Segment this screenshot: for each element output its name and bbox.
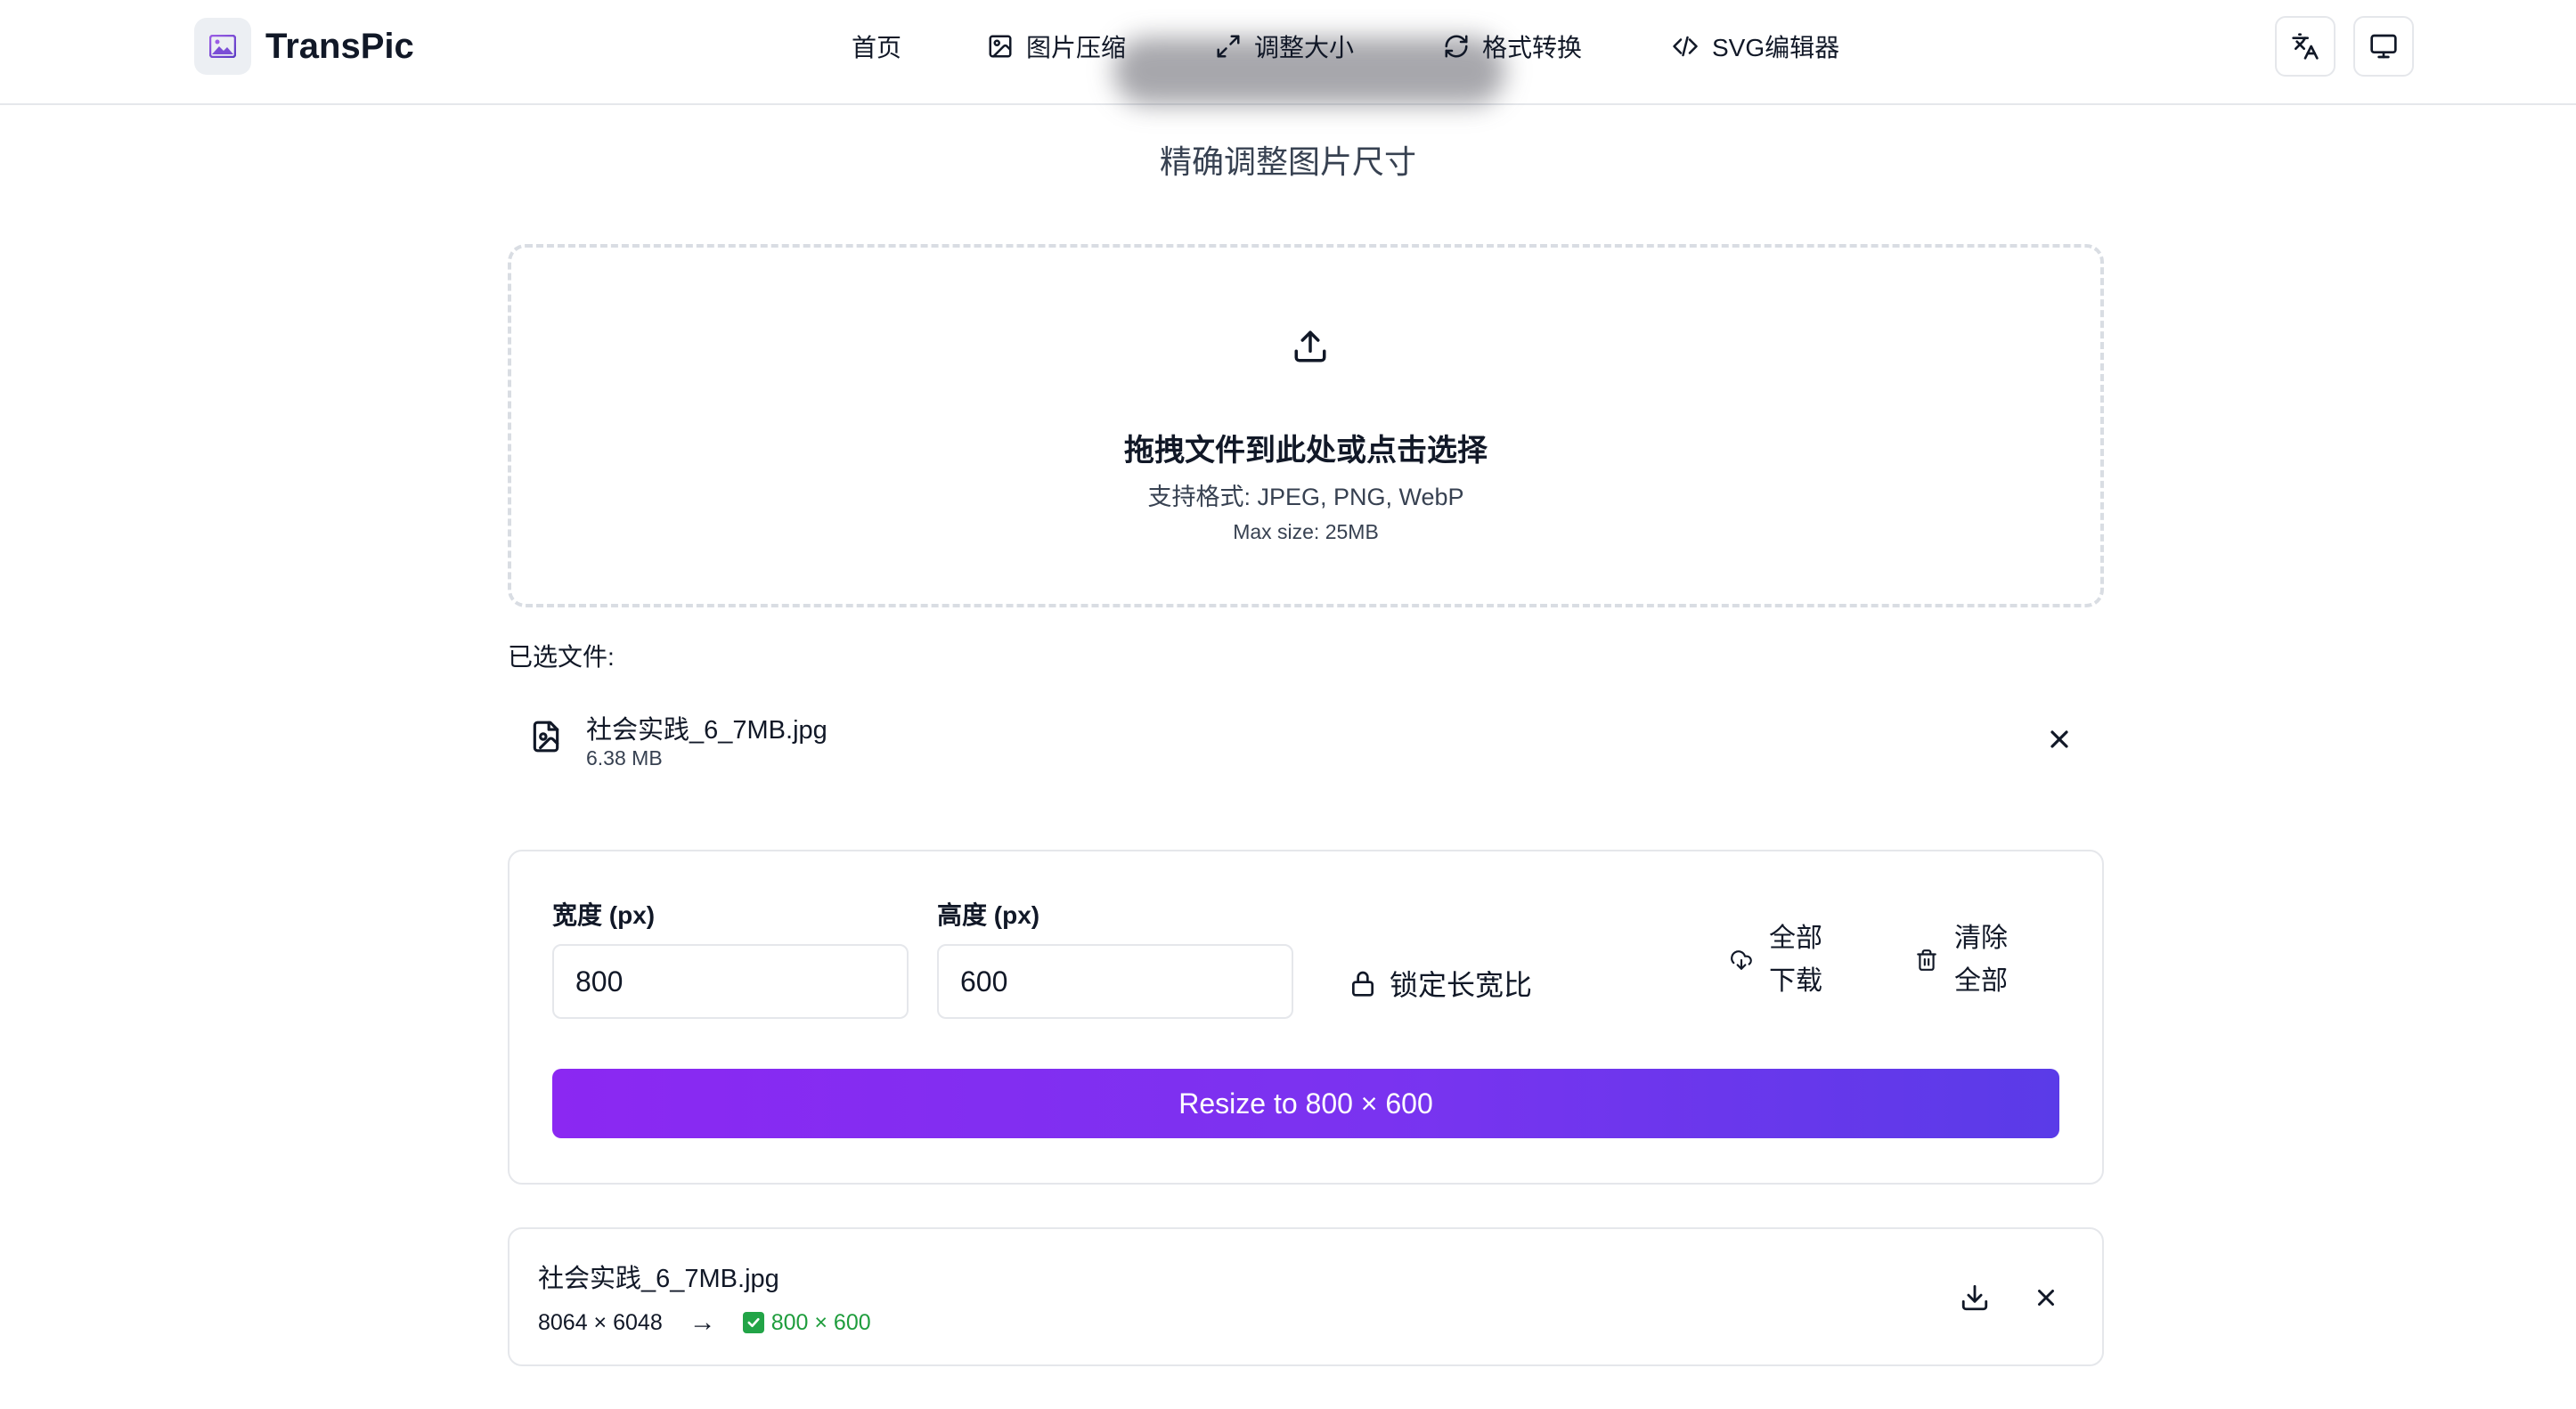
nav-compress[interactable]: 图片压缩 — [987, 25, 1126, 68]
image-icon — [209, 35, 236, 58]
selected-file-size: 6.38 MB — [586, 746, 663, 770]
translate-icon — [2292, 33, 2319, 60]
result-new-size: 800 × 600 — [770, 1309, 871, 1335]
download-icon[interactable] — [1960, 1283, 1990, 1313]
file-image-icon — [533, 721, 559, 753]
height-input[interactable] — [937, 944, 1293, 1019]
checkmark-icon — [742, 1312, 764, 1333]
theme-button[interactable] — [2353, 16, 2414, 77]
expand-arrows-icon — [1217, 35, 1240, 58]
nav-compress-label: 图片压缩 — [1026, 34, 1127, 61]
dropzone-formats: 支持格式: JPEG, PNG, WebP — [1147, 484, 1464, 510]
lock-icon — [1352, 971, 1374, 997]
nav-svg-editor-label: SVG编辑器 — [1712, 34, 1840, 61]
download-all-label: 全部下载 — [1769, 924, 1822, 996]
result-arrow: → — [689, 1307, 716, 1337]
lock-aspect-ratio-label: 锁定长宽比 — [1390, 969, 1533, 1001]
monitor-icon — [2370, 34, 2397, 59]
selected-files-label: 已选文件: — [508, 643, 615, 671]
close-icon[interactable] — [2033, 1284, 2059, 1311]
result-dimensions: 8064 × 6048 → 800 × 600 — [538, 1307, 871, 1338]
lock-aspect-ratio-toggle[interactable]: 锁定长宽比 — [1349, 962, 1532, 1005]
resize-button[interactable]: Resize to 800 × 600 — [552, 1069, 2059, 1138]
nav-resize[interactable]: 调整大小 — [1215, 25, 1354, 68]
page-subtitle: 精确调整图片尺寸 — [1159, 143, 1416, 180]
trash-icon — [1917, 949, 1936, 971]
nav-home-label: 首页 — [852, 34, 902, 61]
nav-svg-editor[interactable]: SVG编辑器 — [1671, 25, 1839, 68]
clear-all-button[interactable]: 清除全部 — [1915, 916, 2011, 1005]
upload-dropzone[interactable]: 拖拽文件到此处或点击选择 支持格式: JPEG, PNG, WebP Max s… — [508, 244, 2104, 607]
brand-name[interactable]: TransPic — [265, 21, 414, 71]
height-label: 高度 (px) — [937, 901, 1040, 929]
nav-convert-label: 格式转换 — [1482, 34, 1583, 61]
result-file-name: 社会实践_6_7MB.jpg — [538, 1265, 779, 1293]
close-icon[interactable] — [2045, 725, 2074, 753]
language-button[interactable] — [2275, 16, 2336, 77]
nav-home[interactable]: 首页 — [852, 25, 901, 68]
nav-convert[interactable]: 格式转换 — [1443, 25, 1582, 68]
result-original-size: 8064 × 6048 — [538, 1309, 663, 1335]
refresh-icon — [1445, 35, 1468, 58]
upload-icon — [1294, 330, 1326, 362]
code-icon — [1673, 36, 1698, 57]
brand-logo[interactable] — [194, 18, 251, 75]
dropzone-max-size: Max size: 25MB — [1233, 520, 1379, 543]
download-all-button[interactable]: 全部下载 — [1730, 916, 1826, 1005]
image-icon — [989, 35, 1012, 58]
result-card — [508, 1227, 2104, 1366]
width-label: 宽度 (px) — [552, 901, 656, 929]
clear-all-label: 清除全部 — [1954, 924, 2008, 996]
cloud-download-icon — [1731, 950, 1752, 970]
width-input[interactable] — [552, 944, 909, 1019]
top-header: TransPic 首页 图片压缩 调整大小 格式转换 SVG编辑器 — [0, 0, 2576, 105]
dropzone-title: 拖拽文件到此处或点击选择 — [1124, 434, 1488, 468]
nav-resize-label: 调整大小 — [1254, 34, 1355, 61]
selected-file-name: 社会实践_6_7MB.jpg — [586, 716, 827, 745]
